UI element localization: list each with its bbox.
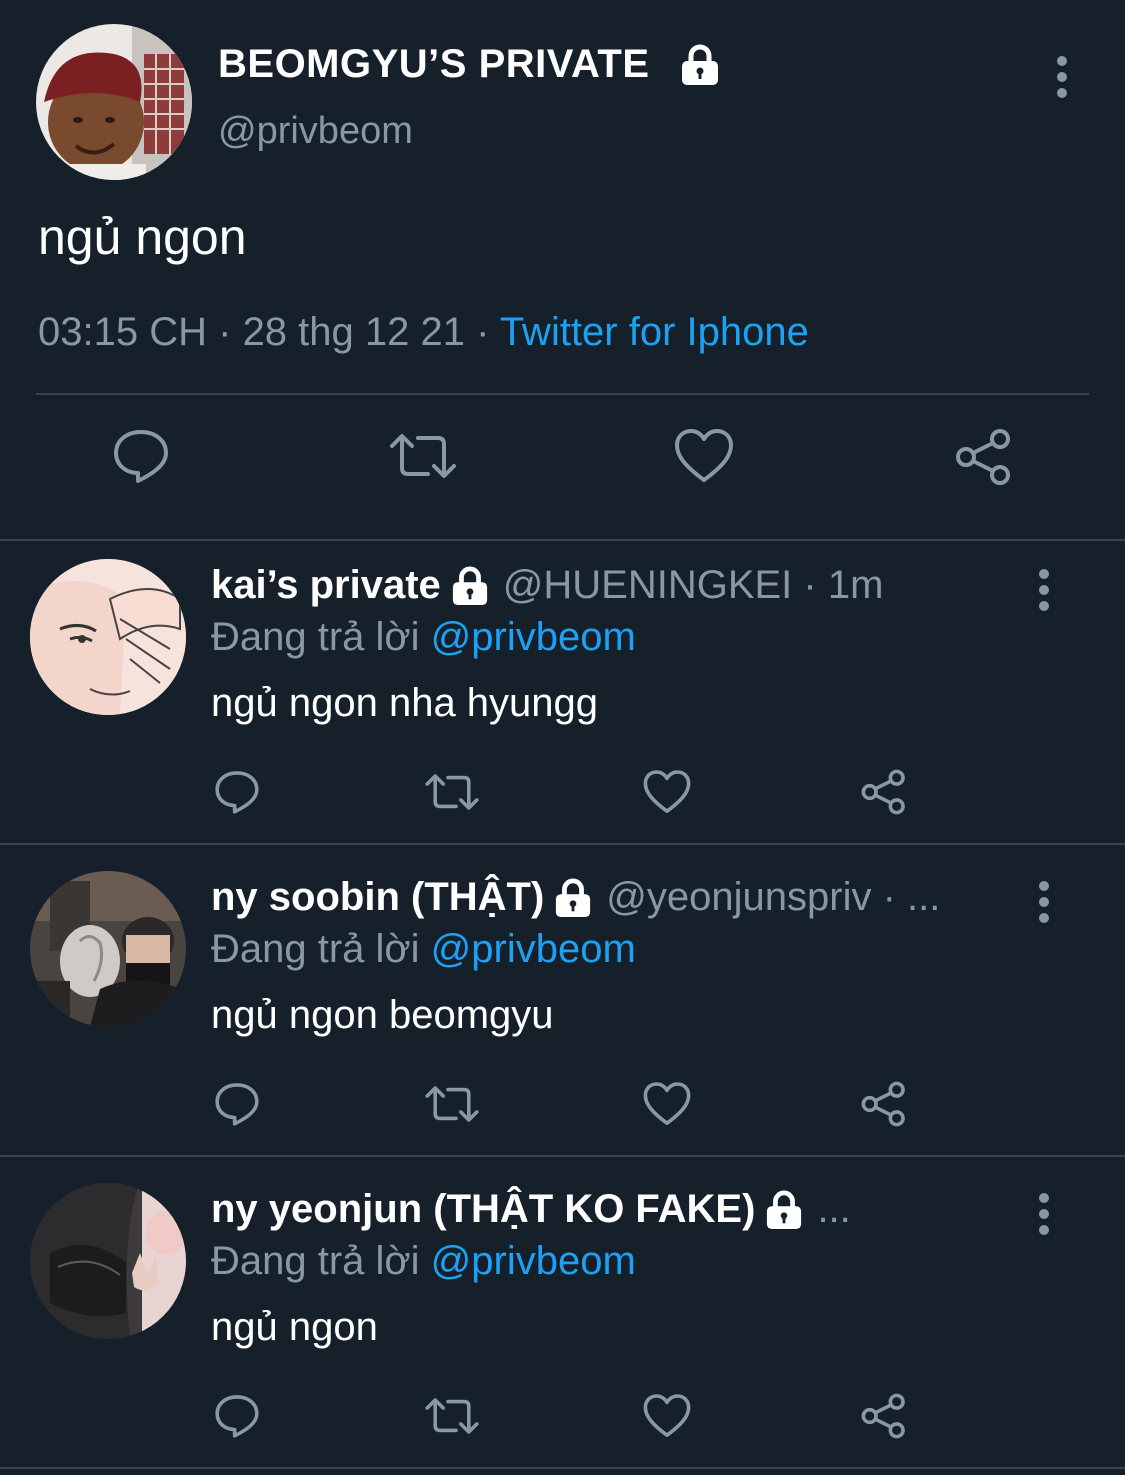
tweet-action-bar [0,428,1125,508]
author-handle[interactable]: @privbeom [218,110,413,153]
reply-text: ngủ ngon beomgyu [211,993,554,1037]
replying-to-link[interactable]: @privbeom [431,1239,636,1283]
reply-avatar[interactable] [30,871,186,1027]
share-icon[interactable] [860,769,908,815]
reply-tweet[interactable]: ny soobin (THẬT) @yeonjunspriv · ... Đan… [0,853,1125,1163]
reply-action-bar [0,1393,1125,1453]
replying-to: Đang trả lời @privbeom [211,615,636,660]
lock-icon [765,1190,803,1230]
reply-icon[interactable] [214,769,260,815]
divider [36,393,1089,395]
reply-header: kai’s private @HUENINGKEI · 1m [211,563,883,608]
retweet-icon[interactable] [424,1081,480,1127]
replying-to: Đang trả lời @privbeom [211,927,636,972]
reply-handle[interactable]: ... [817,1187,850,1232]
reply-display-name[interactable]: kai’s private [211,563,441,608]
reply-header: ny soobin (THẬT) @yeonjunspriv · ... [211,875,940,920]
lock-icon [451,566,489,606]
meta-separator: · [476,310,490,354]
reply-display-name[interactable]: ny soobin (THẬT) [211,875,544,920]
reply-action-bar [0,1081,1125,1141]
meta-separator: · [218,310,232,354]
lock-icon [554,878,592,918]
retweet-icon[interactable] [424,1393,480,1439]
like-icon[interactable] [674,428,734,484]
replying-to-link[interactable]: @privbeom [431,615,636,659]
tweet-text: ngủ ngon [38,209,247,265]
tweet-time: 03:15 CH [38,310,207,354]
like-icon[interactable] [643,769,691,815]
reply-icon[interactable] [112,428,170,484]
reply-text: ngủ ngon [211,1305,378,1349]
author-display-name[interactable]: BEOMGYU’S PRIVATE [218,42,650,87]
reply-icon[interactable] [214,1393,260,1439]
reply-avatar[interactable] [30,559,186,715]
divider [0,843,1125,845]
tweet-client-link[interactable]: Twitter for Iphone [500,310,809,354]
like-icon[interactable] [643,1081,691,1127]
divider [0,1155,1125,1157]
reply-action-bar [0,769,1125,829]
main-tweet: BEOMGYU’S PRIVATE @privbeom ngủ ngon 03:… [0,0,1125,540]
replying-to-label: Đang trả lời [211,615,420,659]
reply-icon[interactable] [214,1081,260,1127]
reply-avatar[interactable] [30,1183,186,1339]
share-icon[interactable] [860,1393,908,1439]
reply-handle[interactable]: @HUENINGKEI · 1m [503,563,884,608]
lock-icon [680,44,720,86]
more-vertical-icon[interactable] [1038,881,1050,929]
more-vertical-icon[interactable] [1038,569,1050,617]
reply-display-name[interactable]: ny yeonjun (THẬT KO FAKE) [211,1187,755,1232]
more-vertical-icon[interactable] [1056,56,1068,104]
retweet-icon[interactable] [424,769,480,815]
divider [0,1467,1125,1469]
reply-header: ny yeonjun (THẬT KO FAKE) ... [211,1187,851,1232]
replying-to-label: Đang trả lời [211,927,420,971]
retweet-icon[interactable] [388,428,458,484]
author-name-row[interactable]: BEOMGYU’S PRIVATE [218,42,720,87]
reply-tweet[interactable]: ny yeonjun (THẬT KO FAKE) ... Đang trả l… [0,1165,1125,1475]
share-icon[interactable] [954,428,1014,486]
tweet-date: 28 thg 12 21 [242,310,465,354]
author-avatar[interactable] [36,24,192,180]
reply-tweet[interactable]: kai’s private @HUENINGKEI · 1m Đang trả … [0,541,1125,851]
more-vertical-icon[interactable] [1038,1193,1050,1241]
reply-text: ngủ ngon nha hyungg [211,681,599,725]
replying-to: Đang trả lời @privbeom [211,1239,636,1284]
replying-to-label: Đang trả lời [211,1239,420,1283]
reply-handle[interactable]: @yeonjunspriv · ... [606,875,940,920]
like-icon[interactable] [643,1393,691,1439]
tweet-metadata: 03:15 CH · 28 thg 12 21 · Twitter for Ip… [38,310,809,355]
replying-to-link[interactable]: @privbeom [431,927,636,971]
share-icon[interactable] [860,1081,908,1127]
